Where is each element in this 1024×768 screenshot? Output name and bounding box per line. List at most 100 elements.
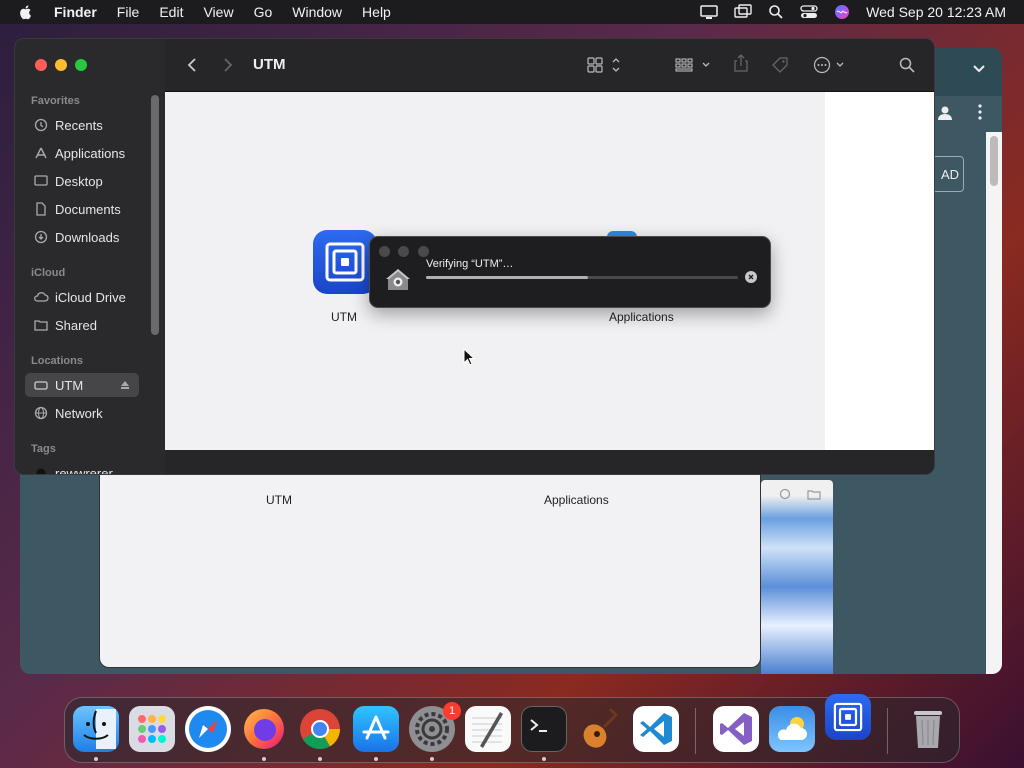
menu-file[interactable]: File (117, 4, 140, 20)
menu-view[interactable]: View (203, 4, 233, 20)
safari-icon (189, 710, 227, 748)
close-icon (748, 274, 754, 280)
spotlight-icon[interactable] (768, 4, 784, 20)
dialog-minimize-button[interactable] (398, 246, 409, 257)
textedit-icon (472, 712, 503, 748)
sidebar-item-shared[interactable]: Shared (25, 313, 139, 337)
notification-badge: 1 (443, 702, 461, 720)
sidebar-item-label: rewwrerer (55, 465, 113, 475)
dock-app-store[interactable] (353, 706, 399, 752)
eject-icon[interactable] (119, 380, 131, 390)
dock-garageband[interactable] (577, 706, 623, 752)
sidebar-item-network[interactable]: Network (25, 401, 139, 425)
close-window-button[interactable] (35, 59, 47, 71)
utm-app-icon[interactable] (313, 230, 377, 294)
dock-safari[interactable] (185, 706, 231, 752)
globe-icon (33, 405, 49, 421)
weather-icon (777, 717, 807, 740)
app-store-icon (362, 715, 390, 740)
tag-icon[interactable] (771, 56, 789, 74)
search-icon[interactable] (899, 57, 915, 73)
dock-weather[interactable] (769, 706, 815, 752)
back-icon[interactable] (187, 57, 197, 73)
menu-help[interactable]: Help (362, 4, 391, 20)
icon-view-icon[interactable] (587, 57, 623, 73)
share-icon[interactable] (733, 54, 749, 72)
sidebar-item-label: Applications (55, 145, 126, 161)
sidebar-item-recents[interactable]: Recents (25, 113, 139, 137)
dock-visual-studio[interactable] (713, 706, 759, 752)
verifying-message: Verifying “UTM”… (426, 258, 514, 270)
background-scrollbar[interactable] (986, 132, 1002, 674)
dock-finder[interactable] (73, 706, 119, 752)
trash-icon (914, 711, 942, 748)
background-file-applications-label[interactable]: Applications (544, 493, 609, 507)
sidebar-item-icloud-drive[interactable]: iCloud Drive (25, 285, 139, 309)
download-icon (33, 229, 49, 245)
apple-menu-icon[interactable] (18, 4, 34, 20)
sidebar-item-tag[interactable]: rewwrerer (25, 461, 139, 475)
file-utm-label[interactable]: UTM (331, 310, 357, 324)
background-scroll-thumb[interactable] (990, 136, 998, 186)
sidebar-item-documents[interactable]: Documents (25, 197, 139, 221)
sidebar-scrollbar[interactable] (151, 95, 159, 335)
dock-utm[interactable] (825, 694, 871, 740)
verifying-progress-fill (426, 276, 589, 279)
background-file-utm-label[interactable]: UTM (266, 493, 292, 507)
gatekeeper-icon (386, 269, 410, 290)
dock-vscode[interactable] (633, 706, 679, 752)
disk-icon (33, 377, 49, 393)
zoom-window-button[interactable] (75, 59, 87, 71)
sidebar-item-label: iCloud Drive (55, 289, 126, 305)
menu-go[interactable]: Go (254, 4, 273, 20)
more-actions-icon[interactable] (813, 56, 849, 74)
menu-edit[interactable]: Edit (159, 4, 183, 20)
finder-icon (83, 709, 116, 749)
sidebar-item-desktop[interactable]: Desktop (25, 169, 139, 193)
minimize-window-button[interactable] (55, 59, 67, 71)
sidebar-item-downloads[interactable]: Downloads (25, 225, 139, 249)
firefox-icon (244, 709, 284, 749)
menu-window[interactable]: Window (292, 4, 342, 20)
dock-firefox[interactable] (241, 706, 287, 752)
sidebar-tags-header: Tags (31, 443, 56, 455)
running-indicator (94, 757, 98, 761)
sidebar-item-label: Downloads (55, 229, 120, 245)
running-indicator (318, 757, 322, 761)
sidebar-item-utm-volume[interactable]: UTM (25, 373, 139, 397)
more-vertical-icon[interactable] (978, 104, 982, 120)
dialog-zoom-button[interactable] (418, 246, 429, 257)
background-photo-preview (761, 480, 833, 674)
terminal-icon (530, 719, 547, 732)
cancel-verification-button[interactable] (745, 271, 757, 283)
menu-app-name[interactable]: Finder (54, 4, 97, 20)
group-by-icon[interactable] (675, 57, 715, 73)
desktop-icon (33, 173, 49, 189)
dock-trash[interactable] (905, 706, 951, 752)
sidebar-item-applications[interactable]: Applications (25, 141, 139, 165)
person-icon[interactable] (936, 104, 954, 122)
siri-icon[interactable] (834, 4, 850, 20)
dock-launchpad[interactable] (129, 706, 175, 752)
background-ad-button[interactable]: AD (932, 156, 964, 192)
sidebar-item-label: Network (55, 405, 103, 421)
dock-terminal[interactable] (521, 706, 567, 752)
menu-clock[interactable]: Wed Sep 20 12:23 AM (866, 4, 1006, 20)
dock-chrome[interactable] (297, 706, 343, 752)
sidebar-favorites-header: Favorites (31, 95, 80, 107)
verifying-progress-bar (426, 276, 738, 279)
dock-textedit[interactable] (465, 706, 511, 752)
clock-icon (33, 117, 49, 133)
sidebar-locations-header: Locations (31, 355, 83, 367)
background-finder-window: UTM Applications (99, 466, 761, 668)
finder-toolbar: UTM (165, 39, 934, 92)
display-icon[interactable] (700, 4, 718, 20)
file-applications-label[interactable]: Applications (609, 310, 674, 324)
chevron-down-icon[interactable] (972, 64, 986, 74)
forward-icon[interactable] (223, 57, 233, 73)
screen-mirroring-icon[interactable] (734, 4, 752, 20)
shared-folder-icon (33, 317, 49, 333)
control-center-icon[interactable] (800, 4, 818, 20)
dialog-close-button[interactable] (379, 246, 390, 257)
applications-icon (33, 145, 49, 161)
